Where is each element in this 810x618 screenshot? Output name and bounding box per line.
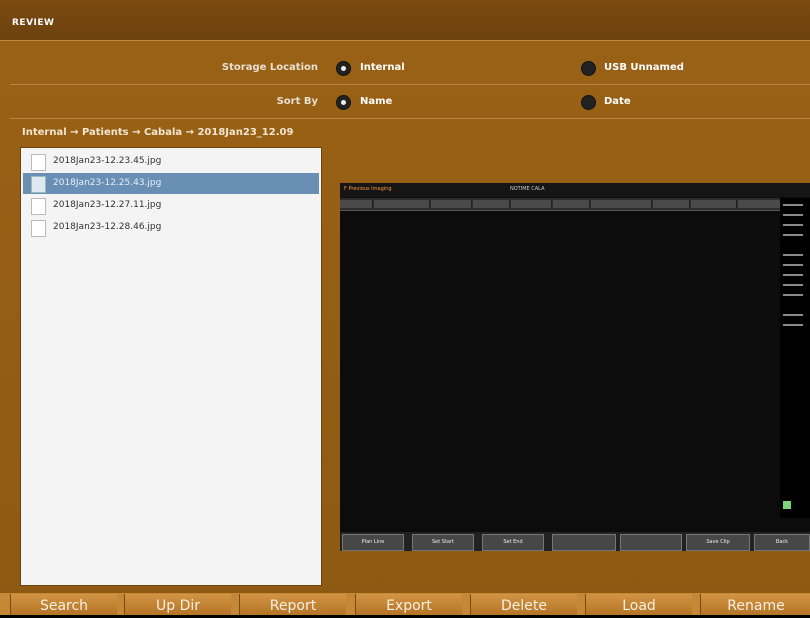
title-bar: REVIEW (0, 0, 810, 41)
load-button[interactable]: Load (585, 594, 692, 615)
image-file-icon (31, 198, 46, 215)
preview-button: Set Start (412, 534, 474, 551)
file-list-item-selected[interactable]: 2018Jan23-12.25.43.jpg (23, 173, 319, 194)
report-button[interactable]: Report (239, 594, 346, 615)
sort-date-radio[interactable] (582, 96, 595, 109)
file-list-item[interactable]: 2018Jan23-12.27.11.jpg (23, 195, 319, 216)
preview-toolbar (340, 198, 781, 211)
preview-header-mid: NOTIME CALA (510, 186, 545, 192)
file-list-item[interactable]: 2018Jan23-12.23.45.jpg (23, 151, 319, 172)
delete-button[interactable]: Delete (470, 594, 577, 615)
file-name: 2018Jan23-12.27.11.jpg (53, 200, 162, 210)
preview-side-panel (780, 198, 810, 518)
preview-header: F Previous Imaging NOTIME CALA (340, 183, 810, 197)
preview-button: Save Clip (686, 534, 750, 551)
breadcrumb: Internal → Patients → Cabala → 2018Jan23… (22, 127, 294, 138)
storage-location-label: Storage Location (221, 62, 318, 73)
file-name: 2018Jan23-12.25.43.jpg (53, 178, 162, 188)
storage-location-row: Storage Location Internal USB Unnamed (0, 56, 810, 82)
storage-internal-radio[interactable] (337, 62, 350, 75)
bottom-toolbar: Search Up Dir Report Export Delete Load … (0, 593, 810, 615)
preview-button: Plan Line (342, 534, 404, 551)
file-name: 2018Jan23-12.23.45.jpg (53, 156, 162, 166)
up-dir-button[interactable]: Up Dir (124, 594, 231, 615)
sort-by-row: Sort By Name Date (0, 90, 810, 116)
image-file-icon (31, 220, 46, 237)
review-window: REVIEW Storage Location Internal USB Unn… (0, 0, 810, 615)
preview-button (620, 534, 682, 551)
image-file-icon (31, 154, 46, 171)
sort-by-label: Sort By (276, 96, 318, 107)
preview-button (552, 534, 616, 551)
sort-name-label[interactable]: Name (360, 96, 392, 107)
status-indicator-icon (783, 501, 791, 509)
storage-usb-radio[interactable] (582, 62, 595, 75)
file-list[interactable]: 2018Jan23-12.23.45.jpg 2018Jan23-12.25.4… (20, 147, 322, 586)
search-button[interactable]: Search (10, 594, 117, 615)
image-file-icon (31, 176, 46, 193)
preview-header-left: F Previous Imaging (344, 186, 392, 192)
preview-bottom-bar: Plan Line Set Start Set End Save Clip Ba… (340, 532, 810, 551)
rename-button[interactable]: Rename (700, 594, 810, 615)
sort-date-label[interactable]: Date (604, 96, 631, 107)
preview-button: Set End (482, 534, 544, 551)
file-list-item[interactable]: 2018Jan23-12.28.46.jpg (23, 217, 319, 238)
storage-usb-label[interactable]: USB Unnamed (604, 62, 684, 73)
divider (10, 118, 810, 119)
file-name: 2018Jan23-12.28.46.jpg (53, 222, 162, 232)
image-preview: F Previous Imaging NOTIME CALA Plan Line… (340, 183, 810, 551)
divider (10, 84, 810, 85)
storage-internal-label[interactable]: Internal (360, 62, 405, 73)
sort-name-radio[interactable] (337, 96, 350, 109)
preview-button: Back (754, 534, 810, 551)
window-title: REVIEW (12, 18, 55, 28)
export-button[interactable]: Export (355, 594, 462, 615)
